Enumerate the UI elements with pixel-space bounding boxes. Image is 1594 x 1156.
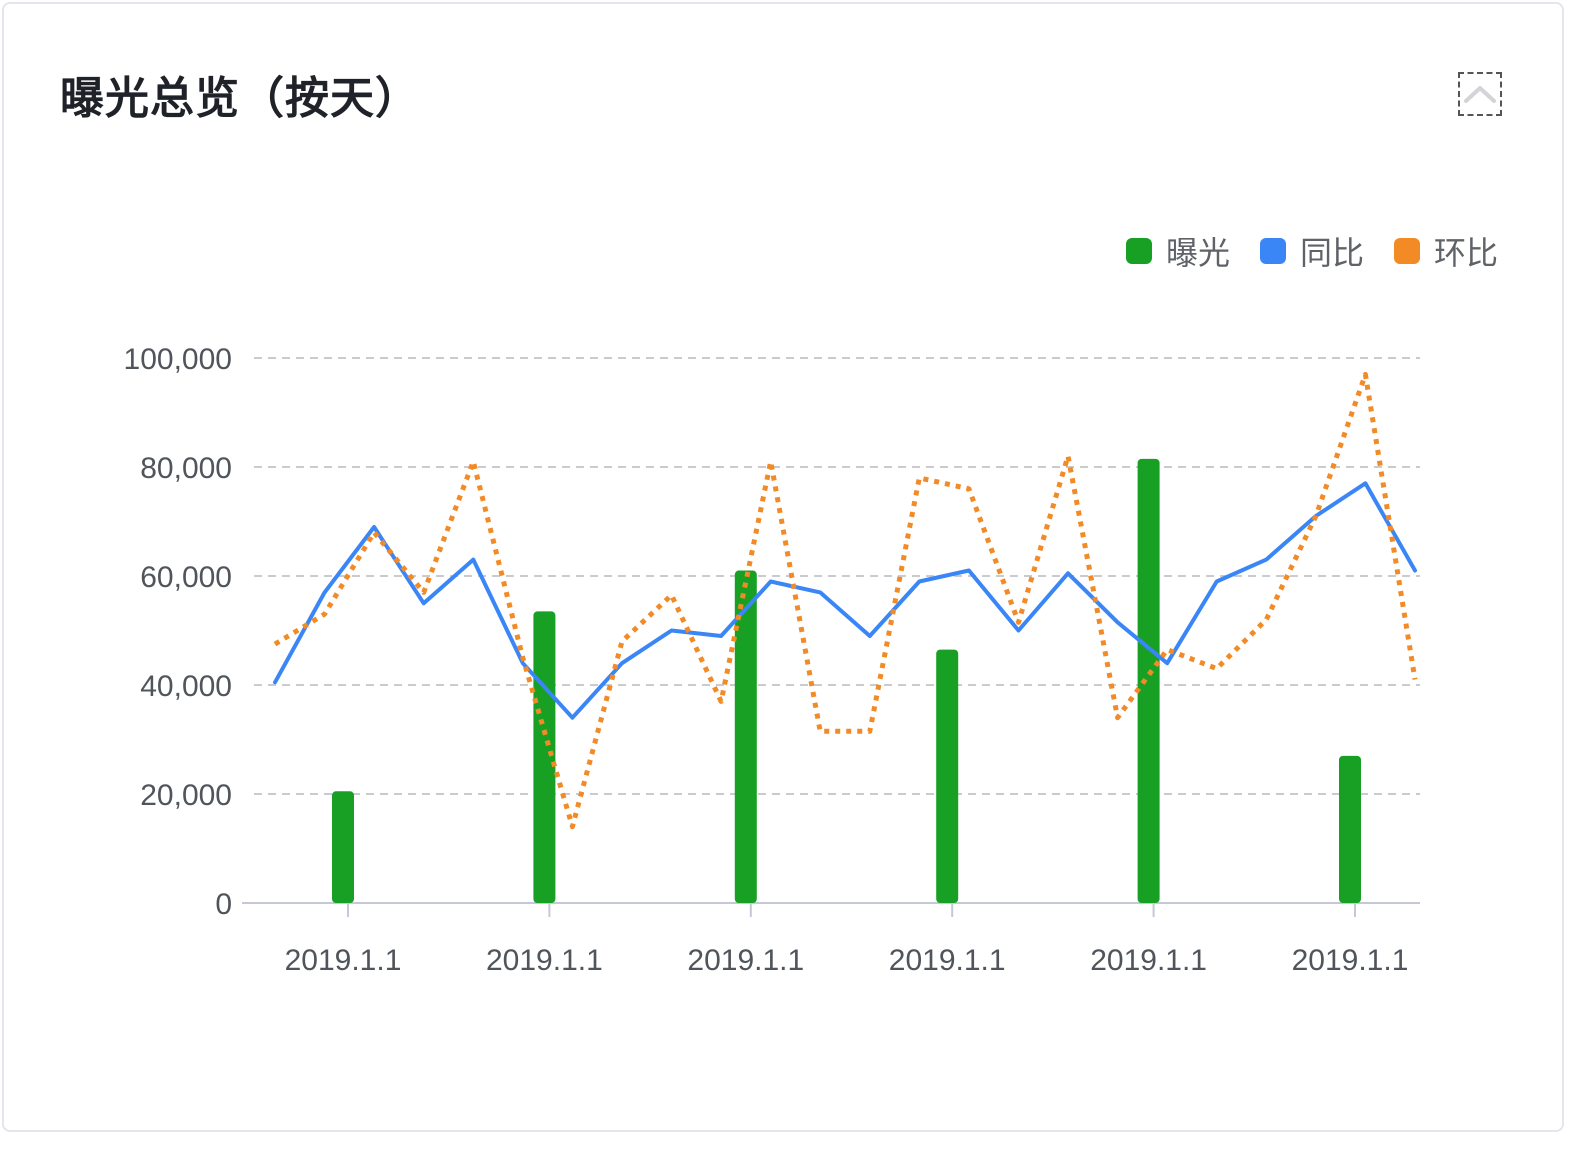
line-mom [273, 371, 1418, 830]
bar-exposure [734, 570, 757, 903]
bar-exposure [1339, 755, 1361, 903]
bar-exposure [332, 791, 354, 903]
bar-exposure [533, 611, 556, 903]
x-tick-label: 2019.1.1 [889, 944, 1006, 977]
x-tick-label: 2019.1.1 [1292, 944, 1409, 977]
x-tick-label: 2019.1.1 [1090, 944, 1207, 977]
line-yoy [273, 481, 1417, 720]
x-tick-label: 2019.1.1 [486, 944, 603, 977]
bar-exposure [1137, 458, 1160, 903]
x-tick-label: 2019.1.1 [285, 944, 402, 977]
exposure-chart: 0 20,000 40,000 60,000 80,000 100,000 2019.1.1… [124, 343, 1420, 977]
y-tick-label: 100,000 [124, 343, 232, 376]
y-tick-label: 0 [215, 888, 232, 921]
x-tick-label: 2019.1.1 [687, 944, 804, 977]
bar-exposure [936, 649, 959, 903]
y-tick-label: 20,000 [140, 779, 232, 812]
y-tick-label: 80,000 [140, 452, 232, 485]
y-tick-label: 60,000 [140, 561, 232, 594]
y-tick-label: 40,000 [140, 670, 232, 703]
